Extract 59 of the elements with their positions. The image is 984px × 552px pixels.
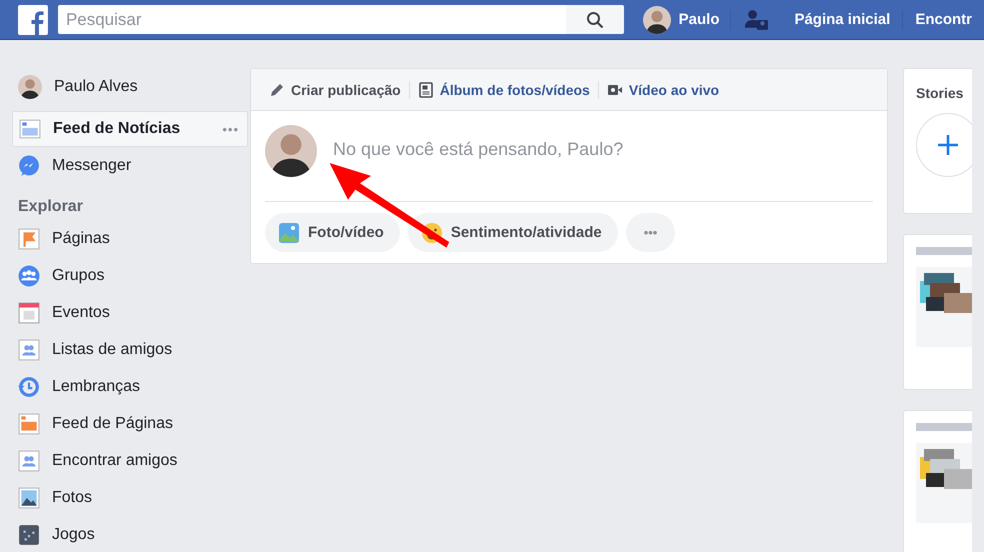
nav-link[interactable]: Página inicial (782, 11, 902, 28)
sidebar-item[interactable]: Fotos (12, 479, 248, 516)
item-label: Páginas (52, 230, 111, 248)
messenger-icon (18, 154, 40, 176)
avatar[interactable] (265, 125, 317, 177)
flag-icon (18, 228, 40, 250)
action-button[interactable]: Foto/vídeo (265, 213, 400, 252)
pencil-icon (269, 82, 285, 98)
profile-link[interactable]: Paulo Alves (12, 68, 248, 105)
friend-requests-icon[interactable] (744, 8, 770, 30)
text-placeholder (916, 423, 972, 431)
sidebar-item[interactable]: Feed de Notícias ••• (12, 111, 248, 147)
groups-icon (18, 264, 40, 286)
friends-icon (18, 450, 40, 472)
item-label: Fotos (52, 488, 94, 506)
sidebar-item[interactable]: Lembranças (12, 368, 248, 405)
avatar[interactable] (642, 6, 671, 34)
action-button[interactable]: Sentimento/atividade (408, 213, 618, 252)
sidebar-item[interactable]: Feed de Páginas (12, 405, 248, 442)
photo-icon (278, 222, 300, 244)
composer-tab[interactable]: Vídeo ao vivo (598, 69, 728, 110)
sidebar-item[interactable]: Encontrar amigos (12, 442, 248, 479)
composer-tab[interactable]: Álbum de fotos/vídeos (410, 69, 598, 110)
calendar-icon (18, 302, 40, 324)
album-icon (418, 82, 434, 98)
item-label: Grupos (52, 266, 106, 284)
stories-title: Stories (916, 85, 964, 101)
history-icon (18, 376, 40, 398)
item-label: Messenger (52, 156, 132, 174)
nav-link[interactable]: Encontr (903, 11, 984, 28)
news-feed-icon (19, 118, 41, 140)
page-feed-icon (18, 412, 40, 434)
profile-link[interactable]: Paulo (642, 6, 730, 34)
search-button[interactable] (566, 5, 624, 34)
facebook-logo-icon[interactable] (18, 4, 48, 34)
text-placeholder (916, 247, 972, 255)
sidebar-item[interactable]: Eventos (12, 294, 248, 331)
composer-tab[interactable]: Criar publicação (261, 69, 409, 110)
item-label: Feed de Páginas (52, 414, 174, 432)
sidebar-item[interactable]: Messenger (12, 147, 248, 184)
search-field[interactable]: Pesquisar (58, 5, 566, 34)
sidebar-item[interactable]: Jogos (12, 516, 248, 552)
item-label: Feed de Notícias (53, 120, 182, 138)
item-label: Lembranças (52, 378, 142, 396)
section-heading: Explorar (17, 197, 84, 217)
sidebar-item[interactable]: Páginas (12, 220, 248, 257)
grid-icon (18, 524, 40, 546)
item-label: Eventos (52, 304, 111, 322)
item-label: Listas de amigos (52, 340, 174, 358)
item-label: Encontrar amigos (52, 452, 178, 470)
search-icon (586, 10, 604, 28)
friends-icon (18, 338, 40, 360)
sidebar-item[interactable]: Grupos (12, 257, 248, 294)
sidebar-item[interactable]: Listas de amigos (12, 331, 248, 368)
avatar[interactable] (18, 74, 42, 98)
photo-icon (18, 486, 40, 508)
add-story-button[interactable] (916, 113, 972, 177)
item-label: Jogos (52, 526, 96, 544)
plus-icon (937, 134, 959, 156)
